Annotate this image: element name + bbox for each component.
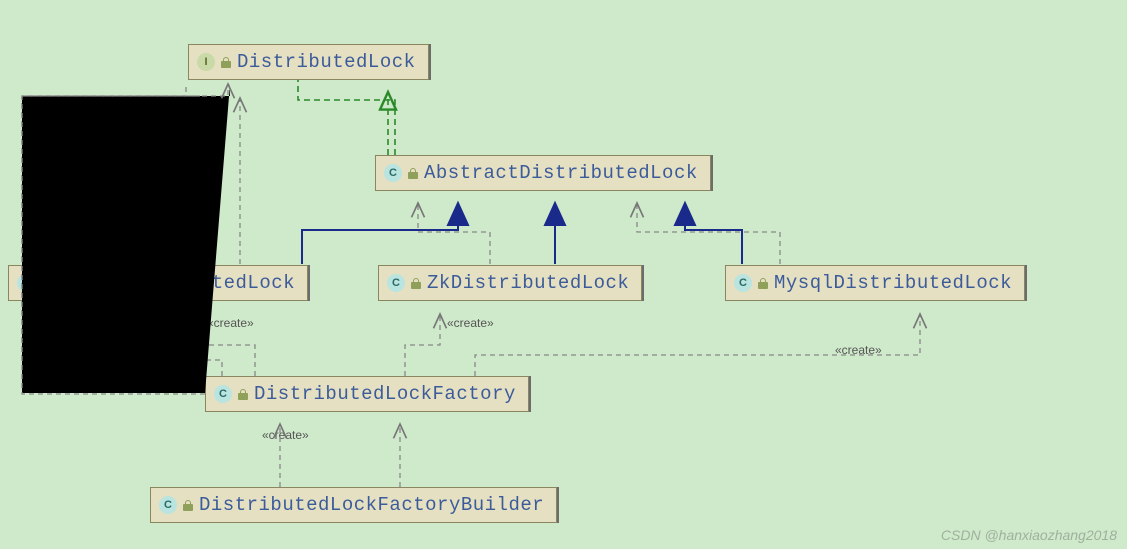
class-name-label: ZkDistributedLock xyxy=(427,272,629,294)
interface-icon: I xyxy=(197,53,215,71)
lock-icon xyxy=(221,57,231,68)
create-label: «create» xyxy=(447,316,494,330)
lock-icon xyxy=(411,278,421,289)
create-label: «create» xyxy=(835,343,882,357)
node-redis-distributed-lock: C RedisDistributedLock xyxy=(8,265,308,301)
class-name-label: DistributedLockFactoryBuilder xyxy=(199,494,544,516)
lock-icon xyxy=(183,500,193,511)
node-zk-distributed-lock: C ZkDistributedLock xyxy=(378,265,642,301)
class-name-label: DistributedLockFactory xyxy=(254,383,516,405)
create-label: «create» xyxy=(207,316,254,330)
node-distributed-lock-factory-builder: C DistributedLockFactoryBuilder xyxy=(150,487,557,523)
lock-icon xyxy=(238,389,248,400)
class-name-label: AbstractDistributedLock xyxy=(424,162,698,184)
class-icon: C xyxy=(734,274,752,292)
lock-icon xyxy=(758,278,768,289)
node-distributed-lock: I DistributedLock xyxy=(188,44,429,80)
create-label: «create» xyxy=(262,428,309,442)
class-name-label: MysqlDistributedLock xyxy=(774,272,1012,294)
class-icon: C xyxy=(17,274,35,292)
node-distributed-lock-factory: C DistributedLockFactory xyxy=(205,376,529,412)
node-abstract-distributed-lock: C AbstractDistributedLock xyxy=(375,155,711,191)
watermark: CSDN @hanxiaozhang2018 xyxy=(941,527,1117,543)
class-icon: C xyxy=(387,274,405,292)
class-icon: C xyxy=(159,496,177,514)
node-mysql-distributed-lock: C MysqlDistributedLock xyxy=(725,265,1025,301)
class-icon: C xyxy=(214,385,232,403)
class-icon: C xyxy=(384,164,402,182)
class-name-label: DistributedLock xyxy=(237,51,416,73)
lock-icon xyxy=(41,278,51,289)
lock-icon xyxy=(408,168,418,179)
class-name-label: RedisDistributedLock xyxy=(57,272,295,294)
